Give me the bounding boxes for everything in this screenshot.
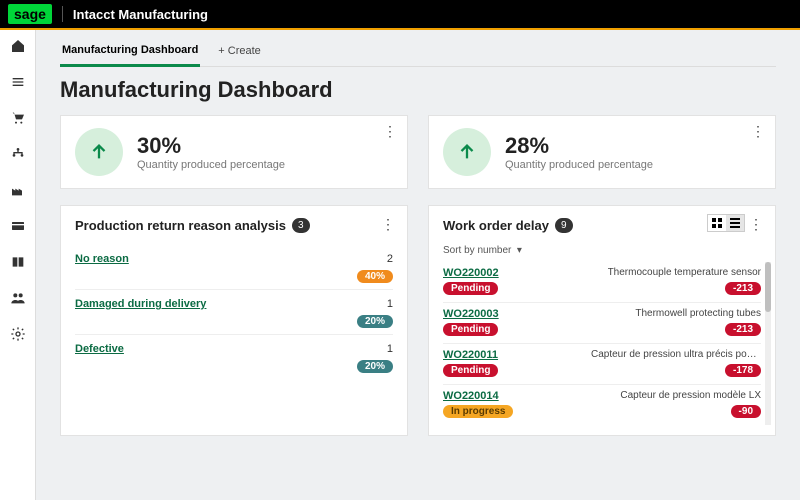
kpi-label: Quantity produced percentage [505,159,653,171]
reason-row: Defective 1 20% [75,335,393,379]
list-icon[interactable] [10,74,26,90]
reason-count: 1 [357,298,393,310]
gear-icon[interactable] [10,326,26,342]
reason-row: Damaged during delivery 1 20% [75,290,393,335]
workorder-row: WO220011 Capteur de pression ultra précis… [443,344,761,385]
panel-title-text: Production return reason analysis [75,218,286,233]
more-icon[interactable]: ⋮ [751,124,765,138]
delay-pill: -178 [725,364,761,377]
workorder-row: WO220014 Capteur de pression modèle LX In … [443,385,761,425]
org-icon[interactable] [10,146,26,162]
sort-dropdown[interactable]: Sort by number ▾ [443,245,761,256]
reason-link[interactable]: Defective [75,343,124,355]
workorder-desc: Capteur de pression modèle LX [620,390,761,401]
workorder-id-link[interactable]: WO220002 [443,267,499,279]
card-icon[interactable] [10,218,26,234]
sidebar [0,30,36,500]
main-content: Manufacturing Dashboard + Create Manufac… [36,30,800,500]
delay-pill: -213 [725,282,761,295]
trend-up-icon [443,128,491,176]
status-pill: Pending [443,323,498,336]
tab-create[interactable]: + Create [216,39,263,65]
panel-title: Production return reason analysis 3 [75,218,393,233]
more-icon[interactable]: ⋮ [383,124,397,138]
percent-pill: 20% [357,360,393,373]
reason-link[interactable]: Damaged during delivery [75,298,206,310]
reasons-panel: ⋮ Production return reason analysis 3 No… [60,205,408,436]
status-pill: In progress [443,405,513,418]
brand-logo: sage [8,4,52,24]
percent-pill: 40% [357,270,393,283]
kpi-card-2: ⋮ 28% Quantity produced percentage [428,115,776,189]
workorder-desc: Thermowell protecting tubes [635,308,761,319]
page-title: Manufacturing Dashboard [60,77,776,103]
view-grid-icon[interactable] [708,215,726,231]
tab-dashboard[interactable]: Manufacturing Dashboard [60,38,200,67]
cart-icon[interactable] [10,110,26,126]
trend-up-icon [75,128,123,176]
reasons-list: No reason 2 40% Damaged during delivery 1 20%… [75,245,393,379]
view-toggle [707,214,745,232]
kpi-row: ⋮ 30% Quantity produced percentage ⋮ 28%… [60,115,776,189]
status-pill: Pending [443,364,498,377]
panel-title-text: Work order delay [443,218,549,233]
product-name: Intacct Manufacturing [73,7,208,22]
home-icon[interactable] [10,38,26,54]
kpi-label: Quantity produced percentage [137,159,285,171]
kpi-card-1: ⋮ 30% Quantity produced percentage [60,115,408,189]
workorder-id-link[interactable]: WO220003 [443,308,499,320]
more-icon[interactable]: ⋮ [749,216,763,233]
kpi-value: 28% [505,133,653,159]
workorder-row: WO220003 Thermowell protecting tubes Pendi… [443,303,761,344]
brand-separator [62,6,63,22]
workorder-desc: Capteur de pression ultra précis pour ba… [591,349,761,360]
reason-row: No reason 2 40% [75,245,393,290]
delay-pill: -90 [731,405,761,418]
percent-pill: 20% [357,315,393,328]
factory-icon[interactable] [10,182,26,198]
status-pill: Pending [443,282,498,295]
reason-count: 1 [357,343,393,355]
panels-row: ⋮ Production return reason analysis 3 No… [60,205,776,436]
view-list-icon[interactable] [726,215,744,231]
delay-pill: -213 [725,323,761,336]
workorder-list: WO220002 Thermocouple temperature sensor P… [443,262,761,425]
workorder-id-link[interactable]: WO220011 [443,349,498,361]
workorder-id-link[interactable]: WO220014 [443,390,499,402]
reason-count: 2 [357,253,393,265]
tabs: Manufacturing Dashboard + Create [60,38,776,67]
workorder-desc: Thermocouple temperature sensor [608,267,761,278]
workorder-row: WO220002 Thermocouple temperature sensor P… [443,262,761,303]
workorder-panel: ⋮ Work order delay 9 Sort by number ▾ WO… [428,205,776,436]
count-badge: 9 [555,218,573,233]
more-icon[interactable]: ⋮ [381,216,395,233]
topbar: sage Intacct Manufacturing [0,0,800,30]
scrollbar-thumb[interactable] [765,262,771,312]
book-icon[interactable] [10,254,26,270]
scrollbar[interactable] [765,262,771,425]
count-badge: 3 [292,218,310,233]
kpi-value: 30% [137,133,285,159]
reason-link[interactable]: No reason [75,253,129,265]
users-icon[interactable] [10,290,26,306]
